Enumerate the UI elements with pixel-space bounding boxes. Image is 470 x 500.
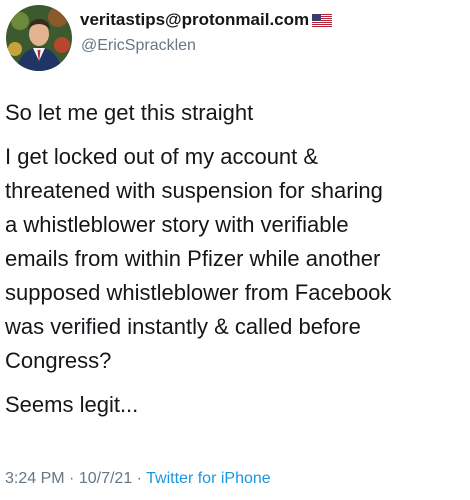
tweet-paragraph: I get locked out of my account & threate… [5,140,467,378]
tweet-source-link[interactable]: Twitter for iPhone [146,470,271,487]
tweet-card: veritastips@protonmail.com @EricSprackle… [0,0,470,500]
tweet-line: Seems legit... [5,392,139,417]
tweet-text: So let me get this straight I get locked… [5,96,467,422]
tweet-paragraph: So let me get this straight [5,96,467,130]
tweet-line: emails from within Pfizer while another [5,246,381,271]
user-handle[interactable]: @EricSpracklen [81,37,196,55]
tweet-line: Congress? [5,348,112,373]
avatar[interactable] [6,5,72,71]
name-row: veritastips@protonmail.com [80,10,333,30]
tweet-meta: 3:24 PM · 10/7/21 · Twitter for iPhone [5,470,271,488]
tweet-line: supposed whistleblower from Facebook [5,280,392,305]
meta-separator: · [69,470,75,487]
tweet-line: threatened with suspension for sharing [5,178,383,203]
tweet-line: was verified instantly & called before [5,314,361,339]
display-name[interactable]: veritastips@protonmail.com [80,10,309,30]
tweet-time[interactable]: 3:24 PM [5,470,65,487]
tweet-paragraph: Seems legit... [5,388,467,422]
us-flag-icon [312,13,333,27]
profile-photo-icon [6,5,72,71]
tweet-line: a whistleblower story with verifiable [5,212,349,237]
tweet-date[interactable]: 10/7/21 [79,470,132,487]
tweet-line: I get locked out of my account & [5,144,319,169]
tweet-line: So let me get this straight [5,100,254,125]
meta-separator: · [136,470,142,487]
